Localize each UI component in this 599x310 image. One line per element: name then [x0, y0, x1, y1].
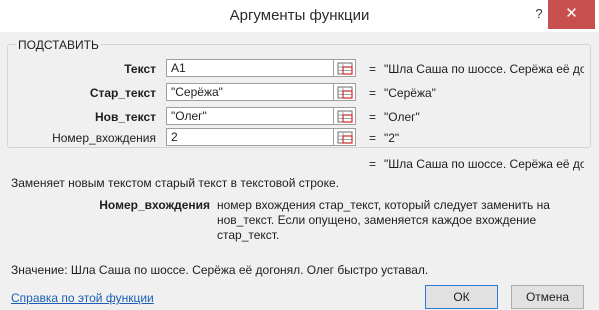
arg-result-text: "Шла Саша по шоссе. Серёжа её дог	[384, 62, 584, 76]
equals-sign: =	[369, 131, 377, 145]
range-select-icon[interactable]	[334, 59, 356, 77]
range-select-icon[interactable]	[334, 128, 356, 146]
arg-input-text[interactable]: A1	[166, 59, 334, 77]
range-select-icon[interactable]	[334, 107, 356, 125]
help-link[interactable]: Справка по этой функции	[11, 291, 154, 305]
arg-help-name: Номер_вхождения	[99, 198, 210, 212]
arg-help-text: номер вхождения стар_текст, который след…	[217, 198, 550, 242]
arg-result-instance-num: "2"	[384, 131, 400, 145]
arg-label-instance-num: Номер_вхождения	[52, 131, 156, 145]
cancel-button[interactable]: Отмена	[511, 285, 584, 309]
arg-input-old-text[interactable]: "Серёжа"	[166, 83, 334, 101]
arg-result-old-text: "Серёжа"	[384, 86, 436, 100]
dialog-title: Аргументы функции	[229, 7, 370, 24]
arg-label-new-text: Нов_текст	[95, 110, 156, 124]
formula-result: "Шла Саша по шоссе. Серёжа её дог	[384, 157, 584, 171]
arg-input-instance-num[interactable]: 2	[166, 128, 334, 146]
equals-sign: =	[369, 62, 377, 76]
equals-sign: =	[369, 110, 377, 124]
range-select-icon[interactable]	[334, 83, 356, 101]
function-description: Заменяет новым текстом старый текст в те…	[11, 176, 339, 190]
ok-button[interactable]: ОК	[425, 285, 498, 309]
help-icon[interactable]: ?	[532, 4, 546, 24]
function-name: ПОДСТАВИТЬ	[16, 38, 101, 52]
formula-value: Значение: Шла Саша по шоссе. Серёжа её д…	[11, 263, 429, 277]
close-button[interactable]: ✕	[548, 0, 595, 29]
arg-result-new-text: "Олег"	[384, 110, 420, 124]
equals-sign: =	[369, 157, 377, 171]
title-bar: Аргументы функции ? ✕	[0, 0, 599, 33]
arg-input-new-text[interactable]: "Олег"	[166, 107, 334, 125]
equals-sign: =	[369, 86, 377, 100]
arg-label-text: Текст	[124, 62, 156, 76]
arg-label-old-text: Стар_текст	[89, 86, 156, 100]
